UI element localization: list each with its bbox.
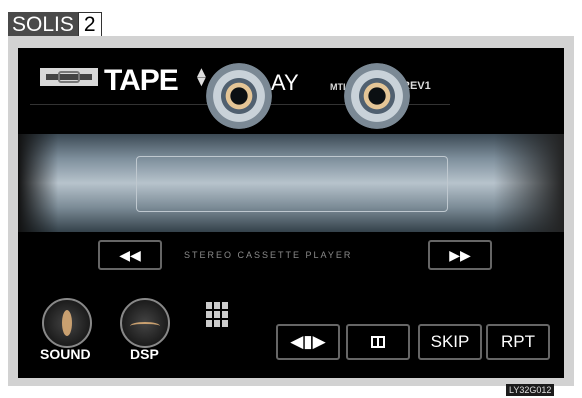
solis-tag: SOLIS 2 — [8, 12, 102, 38]
side-reverse-button[interactable]: ◀▮▶ — [276, 324, 340, 360]
dolby-icon — [371, 336, 385, 348]
cassette-display — [18, 134, 564, 232]
fast-forward-icon: ▶▶ — [449, 246, 471, 263]
sound-label: SOUND — [40, 346, 91, 362]
dsp-label: DSP — [130, 346, 159, 362]
cassette-right-shade — [494, 134, 564, 232]
dsp-button[interactable] — [120, 298, 170, 348]
audio-screen: TAPE ▲ ▼ PLAY MTL REV1 ◀◀ STEREO CASSETTE… — [18, 48, 564, 378]
reference-code: LY32G012 — [506, 384, 555, 396]
rewind-button[interactable]: ◀◀ — [98, 240, 162, 270]
side-reverse-icon: ◀▮▶ — [290, 332, 326, 351]
cassette-logo-icon — [40, 68, 98, 86]
sound-button[interactable] — [42, 298, 92, 348]
cassette-window — [136, 156, 448, 212]
repeat-button[interactable]: RPT — [486, 324, 550, 360]
eq-grid-icon[interactable] — [204, 302, 234, 334]
fast-forward-button[interactable]: ▶▶ — [428, 240, 492, 270]
left-reel-icon — [206, 63, 272, 129]
rewind-icon: ◀◀ — [119, 246, 141, 263]
skip-button[interactable]: SKIP — [418, 324, 482, 360]
up-down-arrows-icon[interactable]: ▲ ▼ — [194, 65, 209, 89]
mode-title: TAPE — [104, 64, 179, 97]
solis-title: SOLIS — [8, 12, 78, 38]
dolby-button[interactable] — [346, 324, 410, 360]
stereo-caption: STEREO CASSETTE PLAYER — [184, 250, 353, 260]
cassette-left-shade — [18, 134, 58, 232]
right-reel-icon — [344, 63, 410, 129]
solis-page-number: 2 — [77, 12, 102, 38]
